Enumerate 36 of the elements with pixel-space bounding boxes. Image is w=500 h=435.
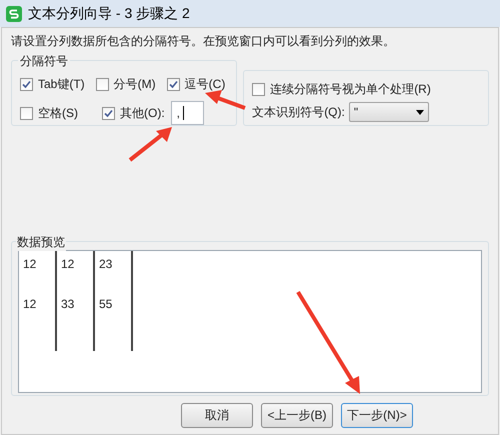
field-label: 文本识别符号(Q): — [252, 104, 345, 121]
checkbox[interactable] — [96, 78, 109, 90]
preview-cell-text: 12 — [23, 256, 38, 273]
dialog-button[interactable]: 取消 — [181, 402, 253, 428]
dropdown-arrow-icon — [416, 110, 424, 114]
preview-cell-text: 55 — [99, 296, 114, 313]
checkbox[interactable] — [102, 106, 115, 120]
other-input-field[interactable]: , — [170, 101, 204, 125]
dialog-button[interactable]: 下一步(N)> — [341, 402, 413, 428]
checkmark-icon — [104, 108, 113, 118]
window-title: 文本分列向导 - 3 步骤之 2 — [28, 4, 190, 23]
option-label: 其他(O): — [120, 105, 165, 122]
annotation-arrow-icon — [296, 290, 360, 394]
option-label: Tab键(T) — [38, 76, 85, 93]
checkbox[interactable] — [166, 78, 180, 90]
option-label: 逗号(C) — [184, 76, 226, 93]
annotation-arrow-icon — [128, 127, 172, 162]
annotation-arrow-icon — [205, 90, 246, 110]
group-title: 数据预览 — [16, 233, 66, 251]
group-title: 分隔符号 — [18, 52, 70, 70]
dialog-button[interactable]: <上一步(B) — [261, 402, 333, 428]
preview-cell-text: 23 — [99, 256, 114, 273]
checkbox[interactable] — [252, 82, 266, 96]
checkbox[interactable] — [20, 78, 33, 90]
checkbox[interactable] — [20, 106, 33, 120]
option-label: 连续分隔符号视为单个处理(R) — [270, 81, 431, 98]
instruction-text: 请设置分列数据所包含的分隔符号。在预览窗口内可以看到分列的效果。 — [11, 33, 396, 50]
option-label: 空格(S) — [38, 105, 78, 122]
preview-cell-text: 12 — [61, 256, 76, 273]
qualifier-dropdown[interactable]: " — [348, 102, 429, 122]
preview-cell-text: 12 — [23, 296, 38, 313]
app-logo-icon — [6, 6, 22, 22]
option-label: 分号(M) — [114, 76, 156, 93]
checkmark-icon — [168, 80, 178, 88]
preview-cell-text: 33 — [61, 296, 76, 313]
checkmark-icon — [22, 80, 31, 88]
